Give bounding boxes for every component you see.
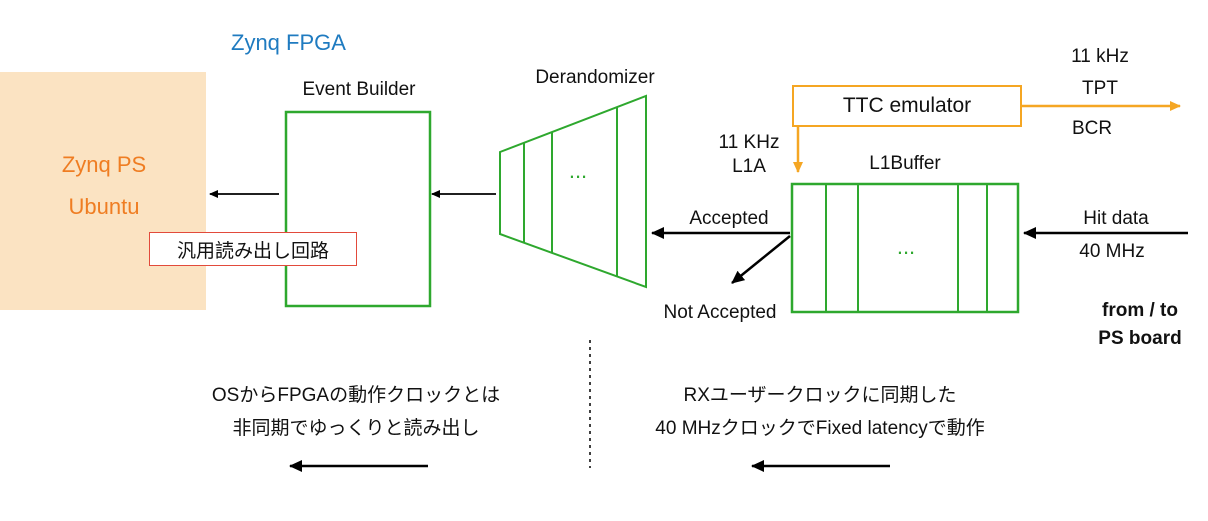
l1a-label: L1A [732,156,766,177]
ps-board-label-line2: PS board [1098,328,1182,349]
tpt-label: TPT [1082,78,1118,99]
l1a-freq-label: 11 KHz [718,132,780,153]
zynq-ps-label: Zynq PS [61,152,147,177]
ubuntu-label: Ubuntu [68,194,140,219]
l1buffer-dots: ... [896,234,916,259]
accepted-label: Accepted [689,208,769,229]
fixed-latency-note-line2: 40 MHzクロックでFixed latencyで動作 [655,418,985,439]
derandomizer-dots: ... [568,158,588,183]
derandomizer-shape [499,94,647,289]
event-builder-box [284,110,432,308]
readout-circuit-label: 汎用読み出し回路 [149,232,357,266]
arrow-not-accepted [731,235,791,284]
ttc-emulator-box: TTC emulator [792,85,1022,127]
async-readout-note-line2: 非同期でゆっくりと読み出し [232,418,480,439]
fpga-title: Zynq FPGA [231,30,346,55]
l1buffer-label: L1Buffer [869,153,941,174]
hit-data-label: Hit data [1083,208,1149,229]
bcr-label: BCR [1071,118,1113,139]
ttc-emulator-label: TTC emulator [842,94,972,117]
derandomizer-label: Derandomizer [535,67,655,88]
ttc-freq-label: 11 kHz [1071,46,1129,67]
hit-data-freq-label: 40 MHz [1079,241,1145,262]
ps-board-label-line1: from / to [1102,300,1178,321]
async-readout-note-line1: OSからFPGAの動作クロックとは [211,385,501,406]
event-builder-label: Event Builder [302,79,416,100]
not-accepted-label: Not Accepted [663,302,777,323]
fixed-latency-note-line1: RXユーザークロックに同期した [683,385,957,406]
